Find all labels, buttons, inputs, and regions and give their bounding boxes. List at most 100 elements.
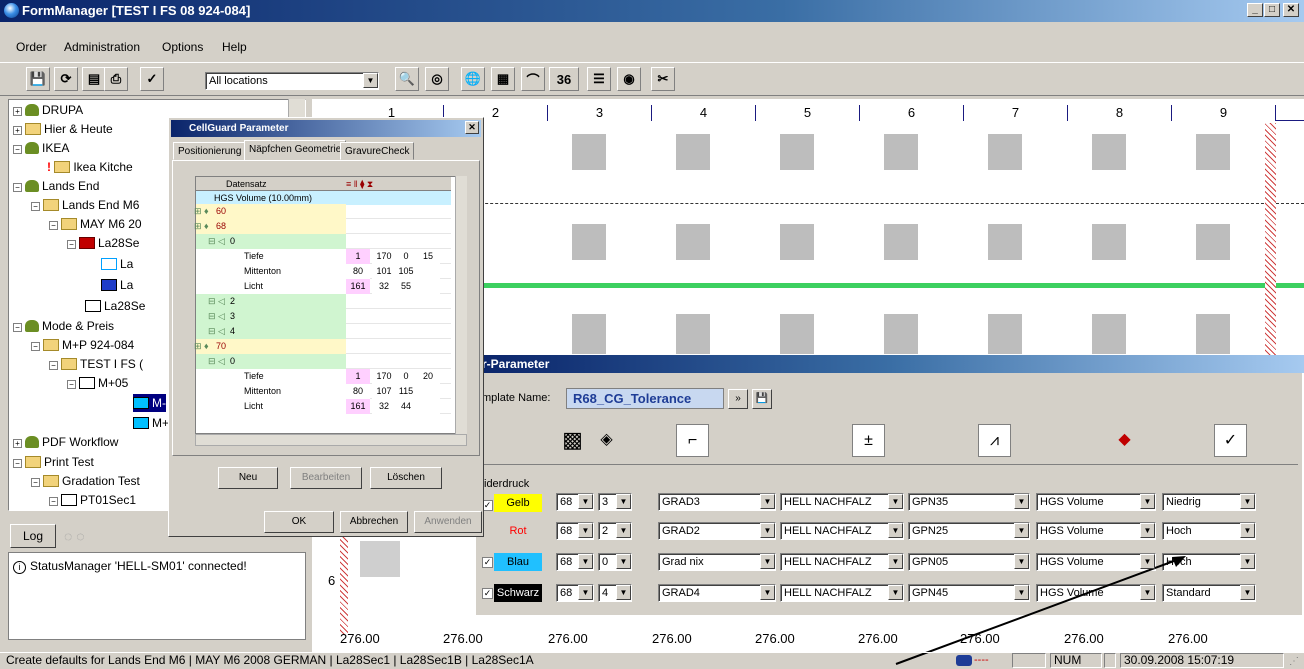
tree-item-ikea-kitchen[interactable]: ! Ikea Kitche [47,158,133,176]
tree-item-la-2[interactable]: La [101,276,133,294]
chevron-down-icon[interactable]: ▼ [760,523,775,538]
select-grad[interactable]: Grad nix [658,553,776,571]
menu-order[interactable]: Order [16,40,47,54]
tree-node-icon[interactable]: ⊟ ◁ [208,309,225,324]
table-row-root[interactable]: HGS Volume (10.00mm) [196,191,451,205]
tree-node-icon[interactable]: ⊟ ◁ [208,354,225,369]
chevron-down-icon[interactable]: ▼ [760,494,775,509]
tab-gravurecheck[interactable]: GravureCheck [340,142,415,160]
check-icon[interactable]: ✓ [140,67,164,91]
chevron-down-icon[interactable]: ▼ [1014,554,1029,569]
table-hscrollbar[interactable] [195,434,467,446]
close-button[interactable]: ✕ [1283,3,1299,17]
tree-item-m-plus[interactable]: M+ [133,414,169,432]
template-name-field[interactable]: R68_CG_Tolerance [566,388,724,409]
select-grad[interactable]: GRAD4 [658,584,776,602]
chevron-down-icon[interactable]: ▼ [616,523,631,538]
tree-item-m-selected[interactable]: M- [133,394,166,412]
table-row-group[interactable]: 3 ⊟ ◁ [196,309,451,324]
tab-napfchen-geometrie[interactable]: Näpfchen Geometrie [244,140,347,161]
menu-options[interactable]: Options [162,40,203,54]
tree-item-print-test[interactable]: − Print Test [13,453,94,471]
table-row-group[interactable]: 68 ⊞ ♦ [194,219,451,234]
tree-node-icon[interactable]: ⊞ ♦ [194,219,209,234]
table-row-group[interactable]: 70 ⊞ ♦ [194,339,451,354]
checkmark-icon[interactable]: ✓ [1214,424,1247,457]
preview-icon[interactable]: ▤ [82,67,106,91]
chevron-down-icon[interactable]: ▼ [1014,494,1029,509]
tree-node-icon[interactable]: ⊞ ♦ [194,339,209,354]
tree-item-mode-preis[interactable]: − Mode & Preis [13,317,114,335]
select-hell[interactable]: HELL NACHFALZ [780,522,904,540]
tree-item-ikea[interactable]: − IKEA [13,139,69,157]
tools-icon[interactable]: ✂ [651,67,675,91]
cancel-button[interactable]: Abbrechen [340,511,408,533]
column-header[interactable]: 9 [1172,105,1276,121]
tree-item-pdf-workflow[interactable]: + PDF Workflow [13,433,118,451]
save-icon[interactable]: 💾 [26,67,50,91]
gradation-curve-icon[interactable]: ⌐ [676,424,709,457]
diamond-target-icon[interactable]: ◈ [590,424,623,457]
select-hell[interactable]: HELL NACHFALZ [780,493,904,511]
chevron-down-icon[interactable]: ▼ [1140,523,1155,538]
column-header[interactable]: 3 [548,105,652,121]
select-hell[interactable]: HELL NACHFALZ [780,584,904,602]
chevron-down-icon[interactable]: ▼ [888,494,903,509]
tree-node-icon[interactable]: ⊟ ◁ [208,234,225,249]
tree-node-icon[interactable]: ⊟ ◁ [208,324,225,339]
chevron-down-icon[interactable]: ▼ [363,73,378,88]
table-row-value[interactable]: Mittenton 80 107 115 [196,384,451,399]
chevron-down-icon[interactable]: ▼ [1240,585,1255,600]
table-row-value[interactable]: Mittenton 80 101 105 [196,264,451,279]
menu-administration[interactable]: Administration [64,40,140,54]
table-row-group[interactable]: 2 ⊟ ◁ [196,294,451,309]
resize-grip-icon[interactable]: ⋰ [1289,656,1299,667]
select-gpn[interactable]: GPN25 [908,522,1030,540]
tree-item-mp-924[interactable]: − M+P 924-084 [31,336,134,354]
chevron-down-icon[interactable]: ▼ [578,523,593,538]
checkbox-schwarz[interactable]: ✓ [482,588,493,599]
table-row-group[interactable]: 60 ⊞ ♦ [194,204,451,219]
select-gpn[interactable]: GPN35 [908,493,1030,511]
column-header[interactable]: 7 [964,105,1068,121]
chevron-down-icon[interactable]: ▼ [1140,585,1155,600]
chevron-down-icon[interactable]: ▼ [616,554,631,569]
table-row-group[interactable]: 4 ⊟ ◁ [196,324,451,339]
table-row-group[interactable]: 0 ⊟ ◁ [196,234,451,249]
tree-item-la28sec[interactable]: − La28Se [67,234,139,252]
globe-icon[interactable]: 🌐 [461,67,485,91]
target-icon[interactable]: ◎ [425,67,449,91]
apply-button[interactable]: Anwenden [414,511,482,533]
chevron-down-icon[interactable]: ▼ [578,554,593,569]
tree-item-pt01sec1[interactable]: − PT01Sec1 [49,491,136,509]
search-icon[interactable]: 🔍 [395,67,419,91]
column-header[interactable]: 4 [652,105,756,121]
tree-item-gradation-test[interactable]: − Gradation Test [31,472,140,490]
chevron-down-icon[interactable]: ▼ [1014,523,1029,538]
table-scrollbar[interactable] [455,176,467,434]
tree-item-drupa[interactable]: + DRUPA [13,101,83,119]
chevron-down-icon[interactable]: ▼ [888,523,903,538]
tree-item-test-i-fs[interactable]: − TEST I FS ( [49,355,143,373]
eye-icon[interactable]: ◉ [617,67,641,91]
chevron-down-icon[interactable]: ▼ [578,585,593,600]
tree-item-lands-end-m6[interactable]: − Lands End M6 [31,196,139,214]
expand-button[interactable]: » [728,389,748,409]
chevron-down-icon[interactable]: ▼ [888,585,903,600]
select-hell[interactable]: HELL NACHFALZ [780,553,904,571]
chevron-down-icon[interactable]: ▼ [1240,554,1255,569]
delete-button[interactable]: Löschen [370,467,442,489]
grid-view-icon[interactable]: ▦ [491,67,515,91]
table-row-value[interactable]: Tiefe 1 170 0 15 [196,249,451,264]
new-button[interactable]: Neu [218,467,278,489]
print-icon[interactable]: ⎙ [104,67,128,91]
table-row-group[interactable]: 0 ⊟ ◁ [196,354,451,369]
tree-node-icon[interactable]: ⊞ ♦ [194,204,209,219]
table-row-value[interactable]: Licht 161 32 44 [196,399,451,414]
column-header[interactable]: 5 [756,105,860,121]
column-header[interactable]: 6 [860,105,964,121]
tab-positionierung[interactable]: Positionierung [173,142,247,160]
tree-node-icon[interactable]: ⊟ ◁ [208,294,225,309]
ok-button[interactable]: OK [264,511,334,533]
chevron-down-icon[interactable]: ▼ [888,554,903,569]
